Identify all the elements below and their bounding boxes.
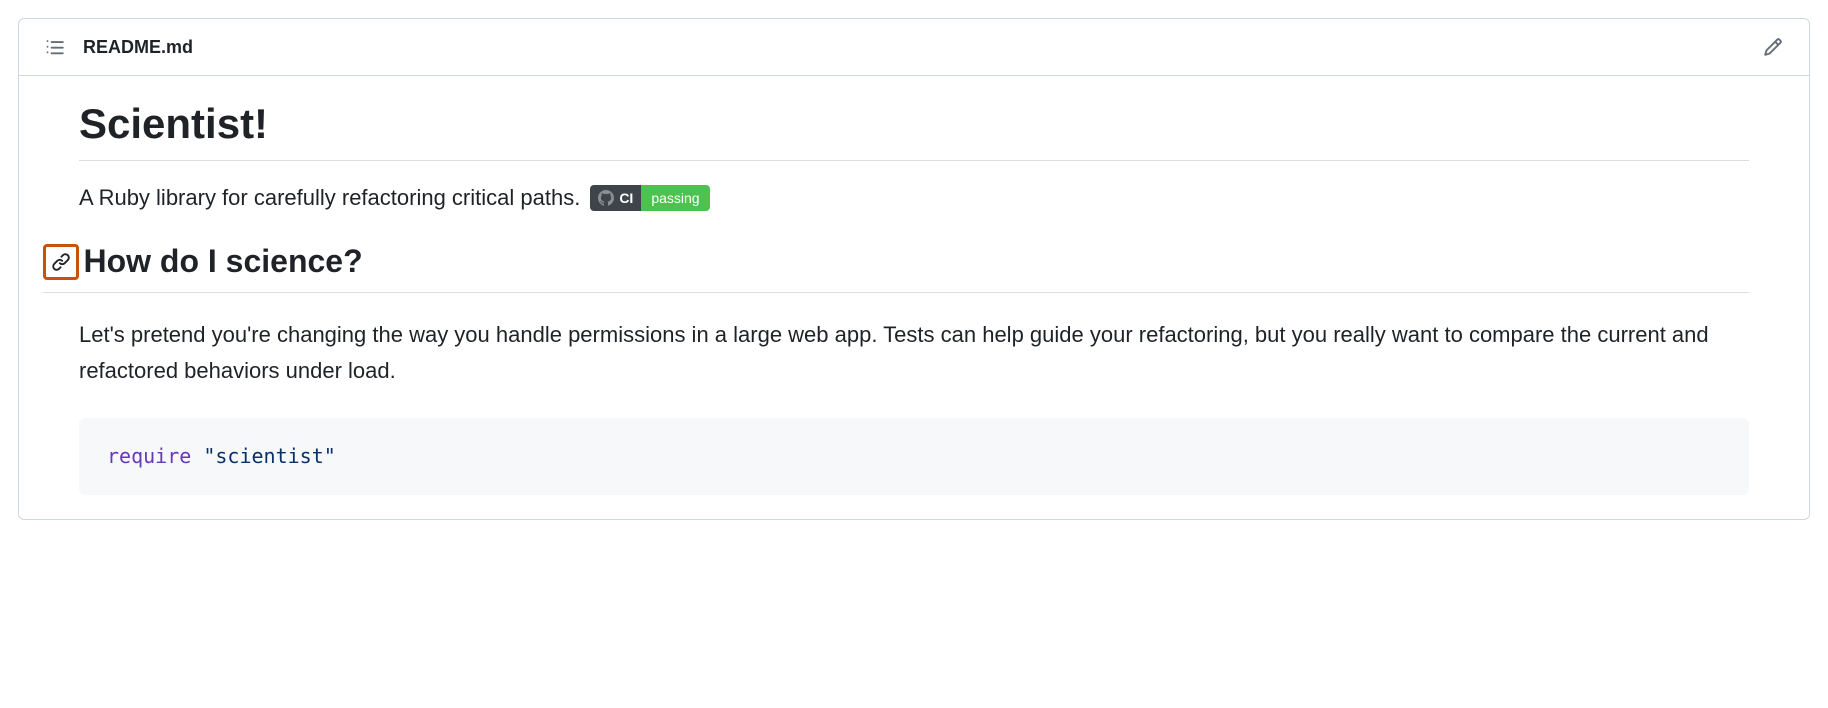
- code-string: "scientist": [203, 444, 335, 468]
- readme-container: README.md Scientist! A Ruby library for …: [18, 18, 1810, 520]
- badge-label: CI: [619, 190, 633, 206]
- page-title: Scientist!: [79, 100, 1749, 161]
- description-row: A Ruby library for carefully refactoring…: [79, 185, 1749, 211]
- github-icon: [598, 190, 614, 206]
- section-heading: How do I science?: [83, 243, 362, 279]
- badge-status: passing: [641, 185, 709, 211]
- code-block: require "scientist": [79, 418, 1749, 495]
- readme-header: README.md: [19, 19, 1809, 76]
- readme-content: Scientist! A Ruby library for carefully …: [19, 76, 1809, 519]
- code-space: [191, 444, 203, 468]
- description-text: A Ruby library for carefully refactoring…: [79, 185, 580, 211]
- pencil-icon[interactable]: [1757, 31, 1789, 63]
- section-heading-row: How do I science?: [43, 243, 1749, 293]
- list-icon[interactable]: [39, 31, 71, 63]
- ci-badge[interactable]: CI passing: [590, 185, 709, 211]
- code-keyword: require: [107, 444, 191, 468]
- link-icon[interactable]: [43, 244, 79, 280]
- readme-filename: README.md: [83, 37, 1757, 58]
- section-paragraph: Let's pretend you're changing the way yo…: [79, 317, 1749, 390]
- badge-left: CI: [590, 185, 641, 211]
